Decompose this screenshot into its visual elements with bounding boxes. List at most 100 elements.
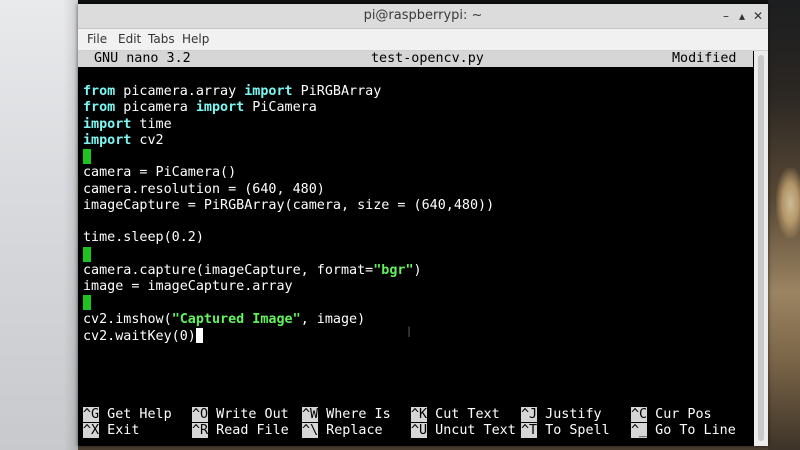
code-line[interactable]: imageCapture = PiRGBArray(camera, size =… (83, 198, 494, 214)
wallpaper-glow (776, 168, 800, 238)
code-keyword: import (83, 116, 132, 132)
nano-header: GNU nano 3.2 test-opencv.py Modified (78, 51, 753, 67)
shortcut-write-out: ^O Write Out (192, 407, 289, 423)
code-text: ) (413, 262, 422, 278)
shortcut-key: ^K (411, 407, 428, 422)
shortcut-key: ^O (192, 407, 209, 422)
code-keyword: from (83, 84, 116, 99)
code-string: "Captured Image" (171, 311, 301, 327)
code-text: camera.capture(imageCapture, format= (83, 262, 374, 278)
code-line[interactable]: time.sleep(0.2) (83, 230, 204, 246)
scrollbar[interactable] (754, 51, 768, 446)
code-text: cv2 (131, 132, 164, 148)
shortcut-read-file: ^R Read File (192, 423, 289, 439)
shortcut-exit: ^X Exit (83, 423, 139, 439)
shortcut-label: Cur Pos (647, 407, 712, 422)
code-keyword: import (244, 84, 293, 99)
nano-editor[interactable]: GNU nano 3.2 test-opencv.py Modified fro… (78, 51, 753, 446)
code-keyword: import (83, 132, 132, 148)
shortcut-label: Go To Line (647, 423, 736, 438)
shortcut-label: Replace (318, 423, 383, 438)
text-cursor (83, 246, 91, 262)
code-line[interactable]: camera.capture(imageCapture, format="bgr… (83, 263, 422, 279)
menu-file[interactable]: File (87, 32, 107, 46)
code-line[interactable]: image = imageCapture.array (83, 279, 293, 295)
shortcut-label: Read File (208, 423, 289, 438)
shortcut-label: Uncut Text (427, 423, 516, 438)
menu-help[interactable]: Help (182, 32, 209, 46)
text-cursor (195, 327, 203, 343)
nano-filename: test-opencv.py (371, 51, 484, 66)
code-text: time.sleep(0.2) (83, 230, 204, 246)
shortcut-to-spell: ^T To Spell (521, 423, 610, 439)
shortcut-label: To Spell (537, 423, 610, 438)
shortcut-uncut-text: ^U Uncut Text (411, 423, 516, 439)
code-line[interactable] (83, 246, 91, 263)
menu-tabs[interactable]: Tabs (148, 32, 175, 46)
code-text: camera.resolution = (640, 480) (83, 181, 325, 197)
shortcut-key: ^C (631, 407, 648, 422)
shortcut-where-is: ^W Where Is (302, 407, 391, 423)
panel-shadow (64, 0, 78, 450)
code-line[interactable]: from picamera.array import PiRGBArray (83, 84, 381, 100)
shortcut-key: ^\ (302, 423, 319, 438)
title-bar[interactable]: pi@raspberrypi: ~ – ▴ ✕ (78, 4, 768, 29)
code-text: imageCapture = PiRGBArray(camera, size =… (83, 197, 495, 213)
code-keyword: from (83, 100, 116, 116)
shortcut-cut-text: ^K Cut Text (411, 407, 500, 423)
code-text: picamera.array (115, 84, 245, 99)
shortcut-key: ^T (521, 423, 538, 438)
code-text: time (131, 116, 172, 132)
code-line[interactable]: camera = PiCamera() (83, 165, 236, 181)
shortcut-key: ^W (302, 407, 319, 422)
shortcut-key: ^U (411, 423, 428, 438)
code-line[interactable] (83, 295, 91, 311)
nano-status: Modified (672, 51, 737, 66)
code-text: image = imageCapture.array (83, 279, 293, 294)
shortcut-replace: ^\ Replace (302, 423, 383, 439)
code-line[interactable]: cv2.waitKey(0) (83, 327, 203, 344)
minimize-icon[interactable]: – (718, 8, 734, 24)
shortcut-label: Justify (537, 407, 602, 422)
desktop-left-panel (0, 0, 78, 450)
nano-version: GNU nano 3.2 (94, 51, 191, 66)
code-text: cv2.waitKey(0) (83, 328, 196, 344)
code-line[interactable]: from picamera import PiCamera (83, 100, 317, 116)
shortcut-label: Where Is (318, 407, 391, 422)
code-text: picamera (115, 100, 196, 116)
code-line[interactable]: import cv2 (83, 133, 164, 149)
terminal-window: pi@raspberrypi: ~ – ▴ ✕ File Edit Tabs H… (78, 4, 768, 446)
shortcut-get-help: ^G Get Help (83, 407, 172, 423)
close-icon[interactable]: ✕ (750, 8, 766, 24)
scrollbar-thumb[interactable] (758, 55, 764, 441)
code-line[interactable]: import time (83, 117, 172, 133)
code-keyword: import (195, 100, 245, 116)
menu-edit[interactable]: Edit (118, 32, 141, 46)
code-line[interactable]: camera.resolution = (640, 480) (83, 182, 325, 198)
shortcut-cur-pos: ^C Cur Pos (631, 407, 712, 423)
shortcut-key: ^_ (631, 423, 648, 438)
shortcut-key: ^G (83, 407, 100, 422)
shortcut-justify: ^J Justify (521, 407, 602, 423)
code-text: cv2.imshow( (83, 311, 172, 327)
shortcut-label: Exit (99, 423, 140, 438)
code-text: , image) (300, 311, 366, 327)
shortcut-key: ^R (192, 423, 209, 438)
maximize-icon[interactable]: ▴ (734, 8, 750, 24)
code-text: PiCamera (244, 100, 317, 116)
shortcut-go-to-line: ^_ Go To Line (631, 423, 736, 439)
window-title: pi@raspberrypi: ~ (363, 8, 483, 23)
code-line[interactable] (83, 149, 91, 165)
shortcut-label: Write Out (208, 407, 289, 422)
shortcut-label: Cut Text (427, 407, 500, 422)
code-text: camera = PiCamera() (83, 165, 237, 181)
code-text: PiRGBArray (292, 84, 382, 99)
code-line[interactable]: cv2.imshow("Captured Image", image) (83, 312, 365, 328)
text-cursor (83, 149, 91, 164)
text-cursor (83, 295, 91, 311)
desktop-wallpaper (768, 0, 800, 450)
shortcut-label: Get Help (99, 407, 172, 422)
code-string: "bgr" (373, 262, 414, 278)
mouse-ibeam-icon: I (407, 325, 412, 341)
menu-bar: File Edit Tabs Help (78, 29, 768, 51)
